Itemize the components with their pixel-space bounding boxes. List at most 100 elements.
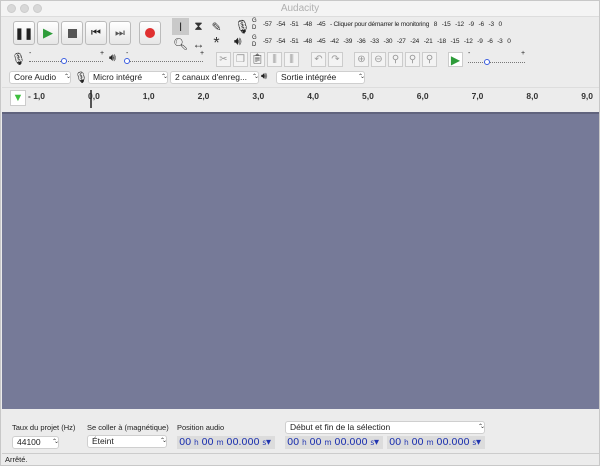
- play-speed-slider[interactable]: [468, 59, 525, 65]
- meter-tick: -27: [396, 38, 406, 45]
- skip-to-end-button[interactable]: ⏭: [109, 21, 131, 45]
- undo-icon: ↶: [314, 54, 323, 65]
- ruler-label: 1,0: [142, 91, 155, 101]
- slider-max: +: [100, 50, 105, 57]
- undo-button[interactable]: ↶: [311, 52, 326, 67]
- record-meter[interactable]: -57 -54 -51 -48 -45- Cliquer pour démarrer l…: [263, 18, 513, 32]
- time-shift-tool[interactable]: ↔: [190, 35, 207, 52]
- track-area[interactable]: [2, 112, 599, 409]
- slider-knob[interactable]: [61, 58, 67, 64]
- i-beam-icon: I: [178, 19, 183, 34]
- trim-button[interactable]: ⫼: [267, 52, 282, 67]
- ruler-label: 9,0: [581, 91, 594, 101]
- meter-tick: -24: [410, 38, 420, 45]
- zoom-tool[interactable]: 🔍︎: [172, 35, 189, 52]
- snap-label: Se coller à (magnétique): [87, 423, 169, 432]
- meter-tick: -39: [343, 38, 353, 45]
- playback-volume-slider[interactable]: [124, 58, 203, 64]
- selection-end-time[interactable]: 00 h 00 m 00.000 s▾: [387, 436, 485, 449]
- input-channels-select[interactable]: 2 canaux d'enreg...: [170, 71, 259, 84]
- zoom-in-button[interactable]: ⊕: [354, 52, 369, 67]
- record-button[interactable]: [139, 21, 161, 45]
- selection-start-time[interactable]: 00 h 00 m 00.000 s▾: [285, 436, 383, 449]
- ruler-label: 5,0: [362, 91, 374, 101]
- record-meter-mic-icon[interactable]: 🎙︎: [234, 19, 251, 35]
- slider-max: +: [200, 50, 205, 57]
- zoom-in-icon: ⊕: [357, 54, 366, 65]
- audio-host-select[interactable]: Core Audio: [9, 71, 71, 84]
- timeline-ruler[interactable]: ▼ - 1,0 0,0 1,0 2,0 3,0 4,0 5,0 6,0 7,0 8,0 9,0: [2, 87, 599, 109]
- meter-tick: -9: [477, 38, 483, 45]
- audio-position-time[interactable]: 00 h 00 m 00.000 s▾: [177, 436, 275, 449]
- fit-selection-button[interactable]: ⚲: [388, 52, 403, 67]
- mic-icon: 🎙︎: [11, 52, 27, 66]
- magnifier-icon: 🔍︎: [172, 36, 189, 51]
- record-icon: [145, 28, 155, 38]
- play-icon: ▶: [43, 25, 53, 40]
- play-button[interactable]: ▶: [37, 21, 59, 45]
- double-arrow-icon: ↔: [192, 36, 205, 51]
- meter-tick: -30: [383, 38, 393, 45]
- slider-knob[interactable]: [124, 58, 130, 64]
- input-device-select[interactable]: Micro intégré: [88, 71, 168, 84]
- multi-tool[interactable]: *: [208, 35, 225, 52]
- play-at-speed-button[interactable]: ▶: [448, 52, 463, 67]
- zoom-out-button[interactable]: ⊖: [371, 52, 386, 67]
- copy-button[interactable]: ❐: [233, 52, 248, 67]
- ruler-label: 0,0: [88, 91, 100, 101]
- silence-icon: ⫼: [289, 54, 294, 65]
- redo-button[interactable]: ↷: [328, 52, 343, 67]
- selection-tool[interactable]: I: [172, 18, 189, 35]
- mic-icon: 🎙︎: [74, 72, 88, 84]
- silence-button[interactable]: ⫼: [284, 52, 299, 67]
- meter-tick: -3: [497, 38, 503, 45]
- skip-to-start-button[interactable]: ⏮: [85, 21, 107, 45]
- record-volume-slider[interactable]: [29, 58, 103, 64]
- zoom-out-icon: ⊖: [374, 54, 383, 65]
- paste-button[interactable]: 📋︎: [250, 52, 265, 67]
- copy-icon: ❐: [236, 54, 245, 65]
- pause-button[interactable]: ❚❚: [13, 21, 35, 45]
- meter-tick: - Cliquer pour démarrer le monitoring: [329, 21, 430, 28]
- draw-tool[interactable]: ✎: [208, 18, 225, 35]
- selection-mode-select[interactable]: Début et fin de la sélection: [285, 421, 485, 434]
- playback-meter[interactable]: -57 -54 -51 -48 -45 -42 -39 -36 -33 -30 -27 -24 -21-…: [263, 35, 513, 49]
- zoom-window-button[interactable]: [33, 4, 42, 13]
- output-device-select[interactable]: Sortie intégrée: [276, 71, 365, 84]
- play-meter-speaker-icon[interactable]: 🔊︎: [234, 34, 242, 49]
- stop-button[interactable]: [61, 21, 83, 45]
- ruler-label: 7,0: [471, 91, 484, 101]
- minimize-window-button[interactable]: [20, 4, 29, 13]
- ruler-label: 4,0: [307, 91, 320, 101]
- channel-label: D: [252, 42, 257, 48]
- meter-tick: -33: [370, 38, 379, 45]
- envelope-tool[interactable]: ⧗: [190, 18, 207, 35]
- ruler-label: 6,0: [416, 91, 429, 101]
- slider-knob[interactable]: [484, 59, 490, 65]
- zoom-toggle-button[interactable]: ⚲: [422, 52, 437, 67]
- project-rate-select[interactable]: 44100: [12, 436, 59, 449]
- slider-min: -: [29, 50, 32, 57]
- meter-tick: -57: [263, 21, 272, 28]
- fit-project-button[interactable]: ⚲: [405, 52, 420, 67]
- skip-start-icon: ⏮: [91, 26, 101, 39]
- audio-position-label: Position audio: [177, 423, 225, 432]
- zoom-toggle-icon: ⚲: [425, 54, 434, 65]
- meter-tick: -54: [276, 21, 286, 28]
- meter-tick: -54: [276, 38, 286, 45]
- meter-tick: -6: [478, 21, 485, 28]
- ruler-label: 3,0: [252, 91, 265, 101]
- meter-tick: -51: [289, 38, 299, 45]
- close-window-button[interactable]: [7, 4, 16, 13]
- meter-tick: 0: [507, 38, 511, 45]
- cut-button[interactable]: ✂: [216, 52, 231, 67]
- ruler-label: 8,0: [526, 91, 539, 101]
- pin-play-head-icon[interactable]: ▼: [10, 90, 26, 106]
- meter-tick: -45: [316, 38, 326, 45]
- redo-icon: ↷: [331, 54, 340, 65]
- meter-tick: -48: [303, 38, 312, 45]
- trim-icon: ⫼: [272, 54, 277, 65]
- channel-label: G: [252, 18, 257, 24]
- snap-select[interactable]: Éteint: [87, 435, 167, 448]
- window-title: Audacity: [280, 3, 320, 14]
